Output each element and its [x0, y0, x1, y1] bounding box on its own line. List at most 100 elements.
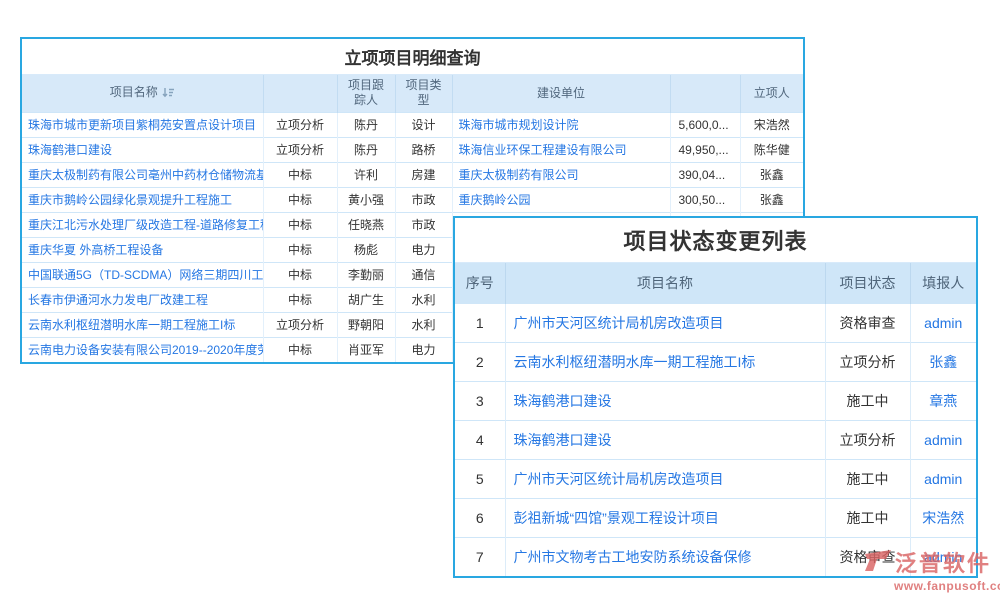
- org-link[interactable]: 珠海信业环保工程建设有限公司: [459, 143, 627, 157]
- status-change-table: 序号 项目名称 项目状态 填报人 1广州市天河区统计局机房改造项目资格审查adm…: [455, 263, 976, 576]
- type-cell: 通信: [395, 262, 452, 287]
- table-row: 5广州市天河区统计局机房改造项目施工中admin: [455, 459, 976, 498]
- project-name-link[interactable]: 广州市天河区统计局机房改造项目: [514, 471, 724, 487]
- filler-link[interactable]: 张鑫: [929, 354, 957, 370]
- column-header-filler: 填报人: [910, 263, 976, 303]
- status-cell: 施工中: [825, 381, 910, 420]
- project-name-link[interactable]: 珠海鹤港口建设: [514, 432, 612, 448]
- column-header-tracker: 项目跟踪人: [337, 75, 395, 112]
- org-link[interactable]: 重庆太极制药有限公司: [459, 168, 579, 182]
- type-cell: 市政: [395, 212, 452, 237]
- column-header-project-name[interactable]: 项目名称: [22, 75, 263, 112]
- table-row: 1 广州市天河区统计局机房改造项目 资格审查 admin: [455, 303, 976, 342]
- table-row: 珠海市城市更新项目紫桐苑安置点设计项目立项分析陈丹设计珠海市城市规划设计院5,6…: [22, 112, 803, 137]
- table-row: 重庆市鹅岭公园绿化景观提升工程施工中标黄小强市政重庆鹅岭公园300,50...张…: [22, 187, 803, 212]
- table-row: 2 云南水利枢纽潜明水库一期工程施工I标 立项分析 张鑫: [455, 342, 976, 381]
- column-header-type: 项目类型: [395, 75, 452, 112]
- stage-cell: 中标: [263, 237, 337, 262]
- table-header-row: 项目名称 项目跟踪人 项目类型 建设单位 立项人: [22, 75, 803, 112]
- watermark-url: www.fanpusoft.com: [894, 579, 1000, 593]
- org-link[interactable]: 重庆鹅岭公园: [459, 193, 531, 207]
- column-header-initiator: 立项人: [740, 75, 803, 112]
- tracker-cell: 胡广生: [337, 287, 395, 312]
- table-row: 重庆太极制药有限公司亳州中药材仓储物流基地中标许利房建重庆太极制药有限公司 390…: [22, 162, 803, 187]
- table-row: 3 珠海鹤港口建设 施工中 章燕: [455, 381, 976, 420]
- amount-cell: 49,950,...: [670, 137, 740, 162]
- initiator-cell: 张鑫: [740, 162, 803, 187]
- project-name-link[interactable]: 珠海鹤港口建设: [28, 143, 112, 157]
- filler-link[interactable]: admin: [924, 432, 962, 448]
- org-link[interactable]: 珠海市城市规划设计院: [459, 118, 579, 132]
- tracker-cell: 李勤丽: [337, 262, 395, 287]
- stage-cell: 中标: [263, 337, 337, 362]
- type-cell: 电力: [395, 337, 452, 362]
- stage-cell: 中标: [263, 162, 337, 187]
- status-change-list-panel: 项目状态变更列表 序号 项目名称 项目状态 填报人 1 广州市天河区统计局机房改造…: [453, 216, 978, 578]
- project-name-link[interactable]: 广州市文物考古工地安防系统设备保修: [514, 549, 752, 565]
- row-number-cell: 2: [455, 342, 505, 381]
- project-name-link[interactable]: 重庆华夏 外高桥工程设备: [28, 243, 163, 257]
- row-number-cell: 1: [455, 303, 505, 342]
- stage-cell: 立项分析: [263, 112, 337, 137]
- stage-cell: 中标: [263, 212, 337, 237]
- table-row: 6 彭祖新城“四馆”景观工程设计项目 施工中宋浩然: [455, 498, 976, 537]
- filler-link[interactable]: admin: [924, 315, 962, 331]
- project-name-link[interactable]: 珠海市城市更新项目紫桐苑安置点设计项目: [28, 118, 256, 132]
- project-name-link[interactable]: 珠海鹤港口建设: [514, 393, 612, 409]
- status-cell: 资格审查: [825, 303, 910, 342]
- tracker-cell: 肖亚军: [337, 337, 395, 362]
- panel1-title: 立项项目明细查询: [22, 39, 803, 75]
- stage-cell: 中标: [263, 262, 337, 287]
- row-number-cell: 3: [455, 381, 505, 420]
- type-cell: 电力: [395, 237, 452, 262]
- panel2-title: 项目状态变更列表: [455, 218, 976, 263]
- column-header-status: 项目状态: [825, 263, 910, 303]
- filler-link[interactable]: admin: [924, 471, 962, 487]
- stage-cell: 中标: [263, 187, 337, 212]
- project-name-link[interactable]: 长春市伊通河水力发电厂改建工程: [28, 293, 208, 307]
- status-cell: 资格审查: [825, 537, 910, 576]
- tracker-cell: 野朝阳: [337, 312, 395, 337]
- project-name-link[interactable]: 重庆江北污水处理厂级改造工程-道路修复工程: [28, 218, 263, 232]
- type-cell: 房建: [395, 162, 452, 187]
- table-row: 7 广州市文物考古工地安防系统设备保修 资格审查 admin: [455, 537, 976, 576]
- project-name-link[interactable]: 重庆太极制药有限公司亳州中药材仓储物流基地: [28, 168, 263, 182]
- filler-link[interactable]: 宋浩然: [922, 510, 964, 526]
- stage-cell: 立项分析: [263, 312, 337, 337]
- project-name-link[interactable]: 重庆市鹅岭公园绿化景观提升工程施工: [28, 193, 232, 207]
- table-header-row: 序号 项目名称 项目状态 填报人: [455, 263, 976, 303]
- amount-cell: 5,600,0...: [670, 112, 740, 137]
- status-cell: 立项分析: [825, 342, 910, 381]
- row-number-cell: 6: [455, 498, 505, 537]
- status-change-table-body: 1广州市天河区统计局机房改造项目资格审查admin2云南水利枢纽潜明水库一期工程…: [455, 303, 976, 576]
- column-header-project-name: 项目名称: [505, 263, 825, 303]
- amount-cell: 390,04...: [670, 162, 740, 187]
- column-header-amount: [670, 75, 740, 112]
- tracker-cell: 黄小强: [337, 187, 395, 212]
- status-cell: 施工中: [825, 498, 910, 537]
- initiator-cell: 陈华健: [740, 137, 803, 162]
- project-name-link[interactable]: 广州市天河区统计局机房改造项目: [514, 315, 724, 331]
- row-number-cell: 7: [455, 537, 505, 576]
- type-cell: 市政: [395, 187, 452, 212]
- table-row: 4珠海鹤港口建设立项分析admin: [455, 420, 976, 459]
- column-header-no: 序号: [455, 263, 505, 303]
- tracker-cell: 杨彪: [337, 237, 395, 262]
- column-header-org: 建设单位: [452, 75, 670, 112]
- page: 立项项目明细查询 项目名称 项目跟踪人 项目类型 建设单位 立项人: [0, 0, 1000, 600]
- type-cell: 路桥: [395, 137, 452, 162]
- project-name-link[interactable]: 彭祖新城“四馆”景观工程设计项目: [514, 510, 719, 526]
- type-cell: 水利: [395, 287, 452, 312]
- stage-cell: 立项分析: [263, 137, 337, 162]
- project-name-link[interactable]: 云南电力设备安装有限公司2019--2020年度劳务: [28, 343, 263, 357]
- tracker-cell: 任晓燕: [337, 212, 395, 237]
- project-name-link[interactable]: 云南水利枢纽潜明水库一期工程施工I标: [28, 318, 235, 332]
- project-name-link[interactable]: 云南水利枢纽潜明水库一期工程施工I标: [514, 354, 756, 370]
- project-name-link[interactable]: 中国联通5G（TD-SCDMA）网络三期四川工程: [28, 268, 263, 282]
- type-cell: 水利: [395, 312, 452, 337]
- sort-icon[interactable]: [162, 87, 175, 102]
- type-cell: 设计: [395, 112, 452, 137]
- filler-link[interactable]: 章燕: [929, 393, 957, 409]
- tracker-cell: 许利: [337, 162, 395, 187]
- filler-link[interactable]: admin: [924, 549, 962, 565]
